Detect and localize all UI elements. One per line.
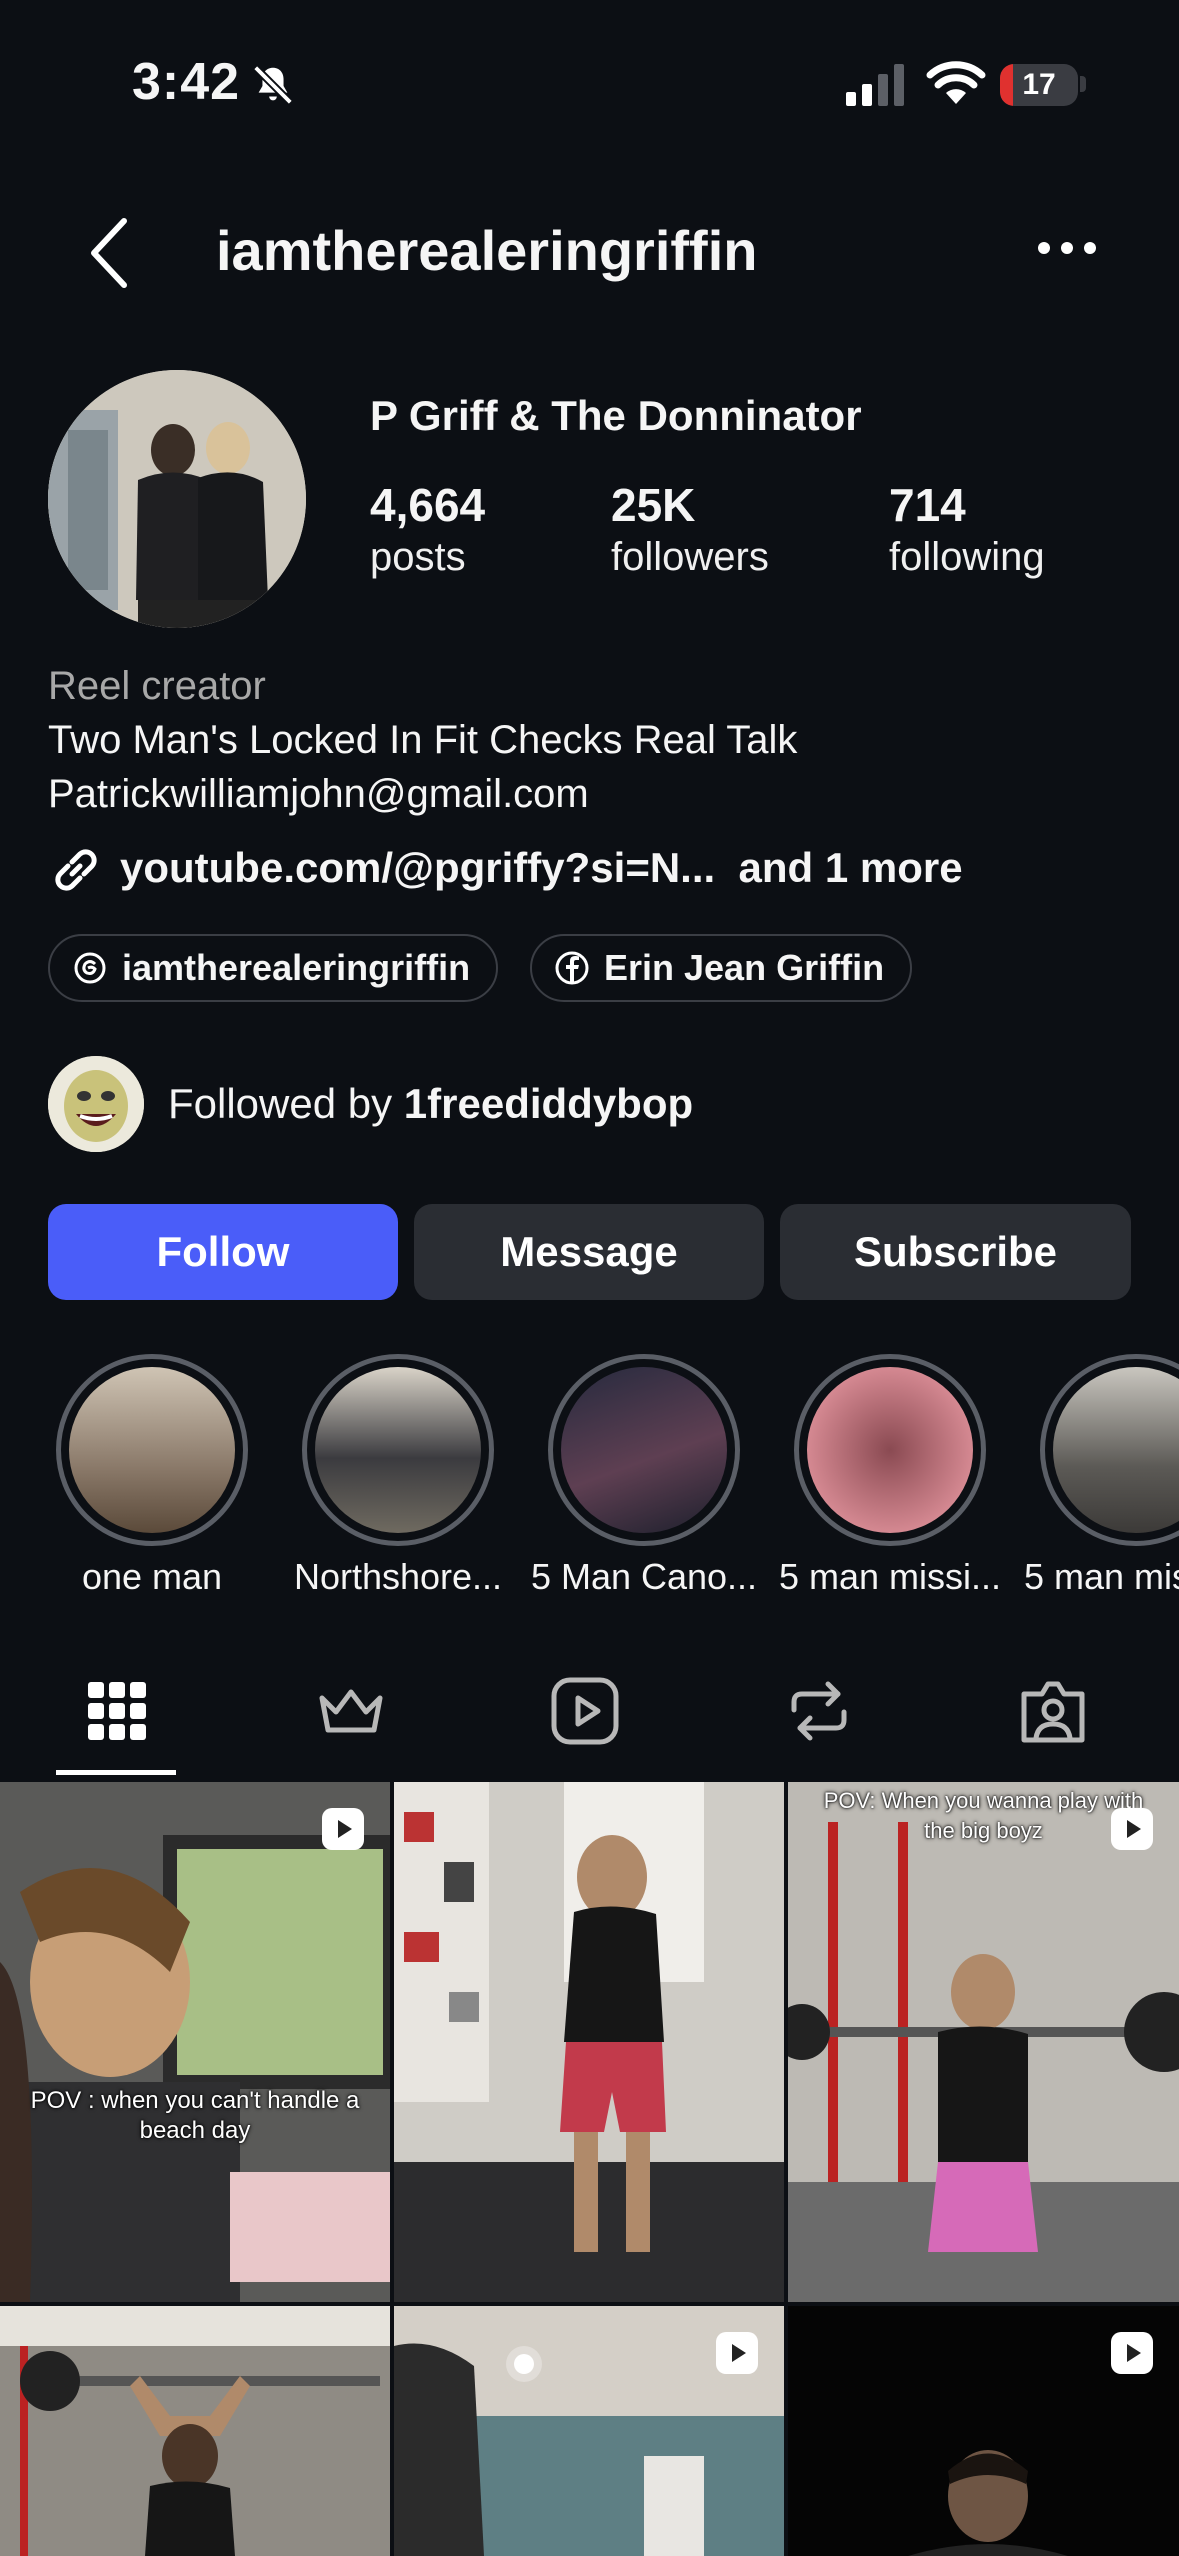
highlight-label: one man: [81, 1556, 223, 1597]
highlight-label: 5 man missi: [1024, 1556, 1179, 1597]
bio-line: Two Man's Locked In Fit Checks Real Talk: [48, 718, 798, 762]
facebook-chip-label: Erin Jean Griffin: [604, 947, 885, 988]
more-options-icon[interactable]: [1036, 238, 1098, 258]
active-tab-indicator: [56, 1770, 176, 1775]
bio-link[interactable]: youtube.com/@pgriffy?si=N... and 1 more: [120, 844, 963, 892]
post-tile[interactable]: POV : when you can't handle a beach day: [0, 1782, 390, 2302]
reel-indicator-icon: [716, 2332, 758, 2374]
post-tile[interactable]: [394, 1782, 784, 2302]
link-icon: [55, 849, 97, 891]
post-image: [0, 2306, 390, 2556]
highlight-circle[interactable]: [1040, 1354, 1179, 1546]
grid-icon[interactable]: [78, 1672, 156, 1750]
threads-icon: [74, 952, 106, 984]
bell-muted-icon: [253, 65, 293, 105]
highlight-circle[interactable]: [56, 1354, 248, 1546]
post-tile[interactable]: [788, 2306, 1179, 2556]
posts-stat[interactable]: 4,664 posts: [370, 478, 485, 582]
followed-by-name: 1freediddybop: [403, 1080, 694, 1127]
post-image: [0, 1782, 390, 2302]
post-tile[interactable]: POV: When you wanna play with the big bo…: [788, 1782, 1179, 2302]
crown-icon[interactable]: [312, 1672, 390, 1750]
back-icon[interactable]: [86, 215, 130, 291]
followed-by-prefix: Followed by: [168, 1080, 404, 1127]
display-name: P Griff & The Donninator: [370, 392, 862, 439]
following-label: following: [889, 535, 1045, 579]
highlight-label: 5 man missi...: [778, 1556, 1002, 1597]
post-image: [788, 1782, 1179, 2302]
reel-indicator-icon: [1111, 2332, 1153, 2374]
reel-indicator-icon: [322, 1808, 364, 1850]
highlight-circle[interactable]: [302, 1354, 494, 1546]
facebook-chip[interactable]: Erin Jean Griffin: [530, 934, 913, 1002]
reels-icon[interactable]: [546, 1672, 624, 1750]
threads-chip[interactable]: iamtherealeringriffin: [48, 934, 499, 1002]
posts-count: 4,664: [370, 479, 486, 531]
highlight-label: Northshore...: [293, 1556, 503, 1597]
highlight-label: 5 Man Cano...: [530, 1556, 758, 1597]
followers-stat[interactable]: 25K followers: [611, 478, 769, 582]
followers-count: 25K: [611, 479, 696, 531]
profile-avatar[interactable]: [48, 370, 306, 628]
mutual-follower-avatar[interactable]: [48, 1056, 144, 1152]
subscribe-button[interactable]: Subscribe: [780, 1204, 1131, 1300]
followers-label: followers: [611, 535, 769, 579]
following-stat[interactable]: 714 following: [889, 478, 1045, 582]
post-tile[interactable]: [394, 2306, 784, 2556]
battery-indicator: 17: [1000, 64, 1078, 106]
battery-tip: [1080, 76, 1086, 92]
followed-by-text[interactable]: Followed by 1freediddybop: [168, 1080, 693, 1128]
profile-username: iamtherealeringriffin: [216, 219, 758, 282]
battery-percent: 17: [1022, 68, 1056, 101]
repost-icon[interactable]: [780, 1672, 858, 1750]
wifi-icon: [926, 61, 986, 104]
bio-category: Reel creator: [48, 664, 266, 708]
highlight-circle[interactable]: [548, 1354, 740, 1546]
post-image: [394, 1782, 784, 2302]
bio-email: Patrickwilliamjohn@gmail.com: [48, 772, 589, 816]
following-count: 714: [889, 479, 966, 531]
threads-chip-label: iamtherealeringriffin: [122, 947, 471, 988]
status-time: 3:42: [132, 53, 241, 111]
follow-button[interactable]: Follow: [48, 1204, 398, 1300]
post-tile[interactable]: [0, 2306, 390, 2556]
facebook-icon: [555, 951, 589, 985]
message-button[interactable]: Message: [414, 1204, 764, 1300]
tagged-icon[interactable]: [1014, 1672, 1092, 1750]
posts-label: posts: [370, 535, 466, 579]
reel-indicator-icon: [1111, 1808, 1153, 1850]
post-caption: POV : when you can't handle a beach day: [30, 2087, 360, 2144]
cellular-signal-icon: [846, 64, 904, 106]
highlight-circle[interactable]: [794, 1354, 986, 1546]
